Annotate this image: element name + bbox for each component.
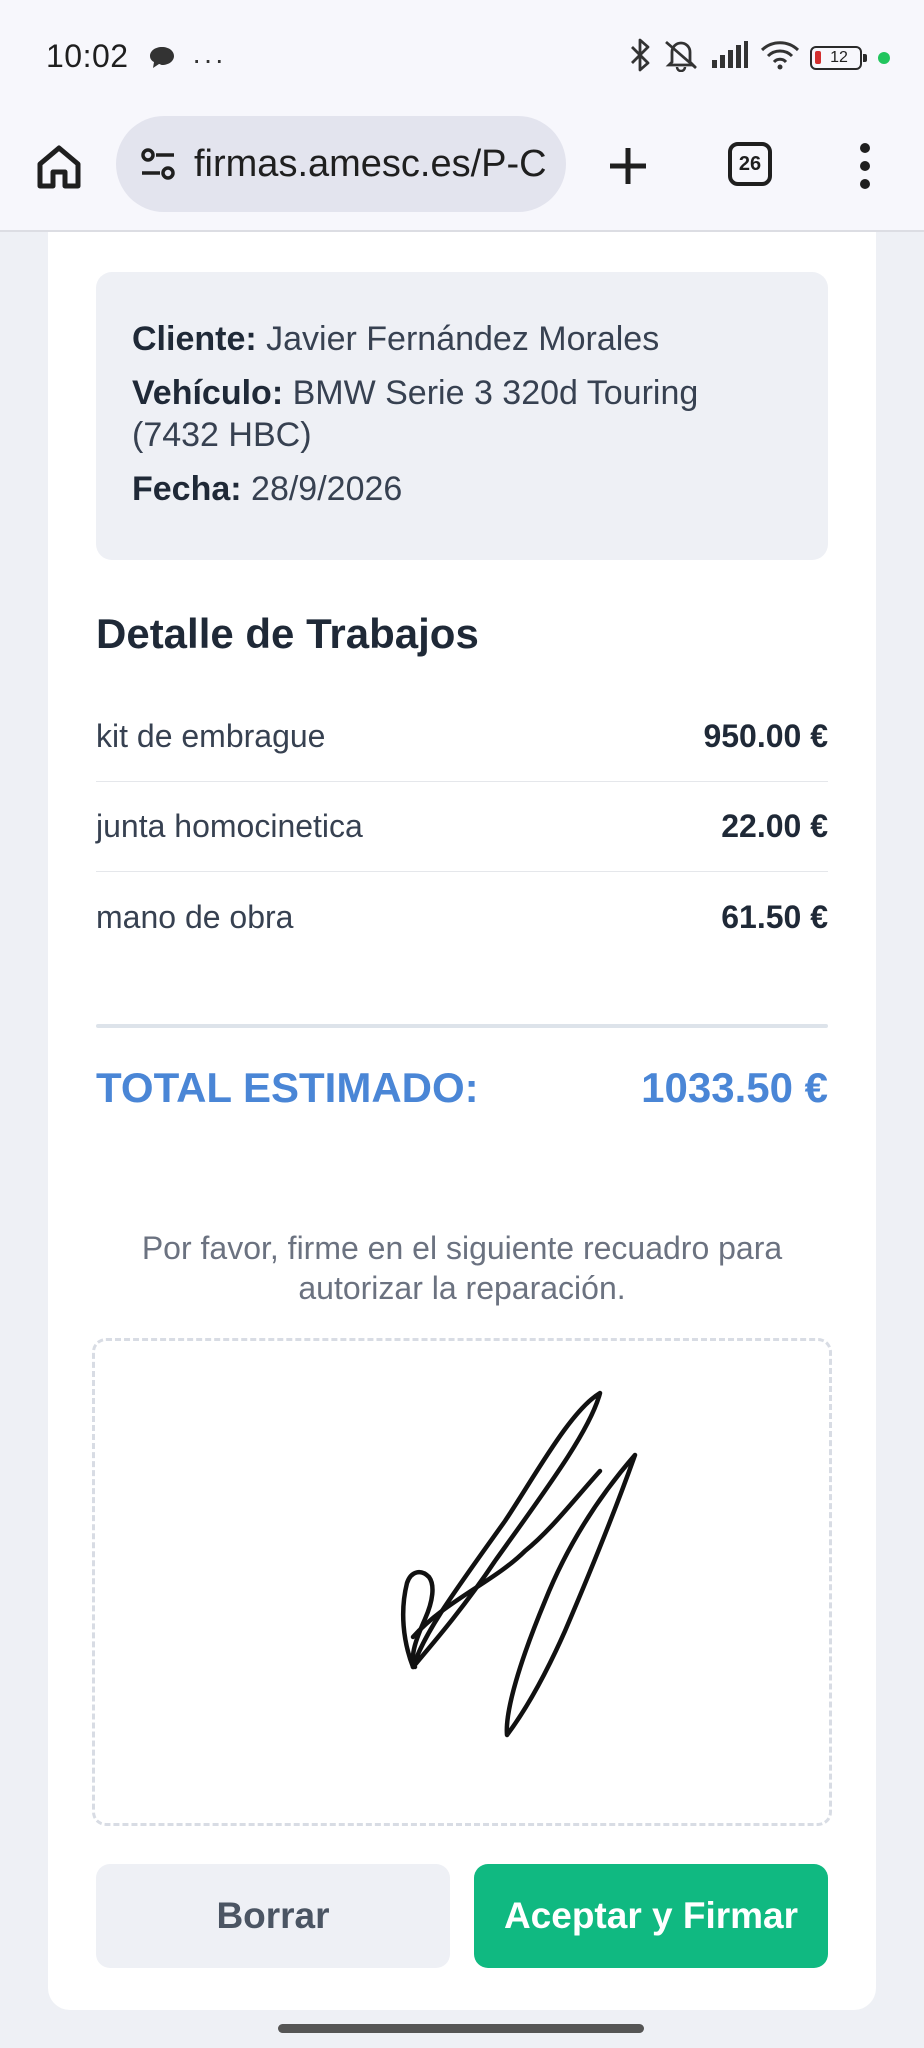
client-value: Javier Fernández Morales — [266, 320, 660, 358]
vehicle-label: Vehículo: — [132, 374, 284, 412]
chat-notification-icon — [148, 45, 176, 76]
address-bar[interactable]: firmas.amesc.es/P-C — [116, 116, 566, 212]
status-bar: 10:02 ··· 12 — [0, 0, 924, 112]
site-settings-icon[interactable] — [136, 142, 180, 186]
silent-bell-icon — [662, 38, 700, 77]
item-price: 950.00 € — [703, 718, 828, 754]
browser-toolbar: firmas.amesc.es/P-C 26 — [0, 112, 924, 232]
item-description: kit de embrague — [96, 718, 326, 754]
client-info-box: Cliente: Javier Fernández Morales Vehícu… — [96, 272, 828, 560]
work-items-list: kit de embrague 950.00 € junta homocinet… — [96, 692, 828, 962]
battery-icon: 12 — [810, 45, 867, 70]
date-line: Fecha: 28/9/2026 — [132, 468, 792, 510]
status-time: 10:02 — [46, 38, 129, 74]
date-value: 28/9/2026 — [251, 470, 403, 508]
vehicle-line: Vehículo: BMW Serie 3 320d Touring (7432… — [132, 372, 792, 456]
list-item: junta homocinetica 22.00 € — [96, 782, 828, 872]
client-label: Cliente: — [132, 320, 257, 358]
total-divider — [96, 1024, 828, 1028]
total-value: 1033.50 € — [641, 1064, 828, 1111]
signature-drawing — [400, 1390, 638, 1738]
url-text[interactable]: firmas.amesc.es/P-C — [194, 143, 556, 186]
list-item: mano de obra 61.50 € — [96, 872, 828, 962]
tab-switcher-button[interactable]: 26 — [728, 142, 772, 186]
item-description: junta homocinetica — [96, 808, 363, 844]
signal-icon — [710, 40, 750, 75]
home-button[interactable] — [34, 142, 84, 192]
total-row: TOTAL ESTIMADO: 1033.50 € — [96, 1064, 828, 1112]
wifi-icon — [760, 40, 800, 75]
battery-level: 12 — [830, 48, 848, 66]
new-tab-button[interactable] — [604, 142, 652, 190]
home-indicator[interactable] — [278, 2024, 644, 2033]
quote-card: Cliente: Javier Fernández Morales Vehícu… — [48, 232, 876, 2010]
accept-and-sign-button[interactable]: Aceptar y Firmar — [474, 1864, 828, 1968]
total-label: TOTAL ESTIMADO: — [96, 1064, 479, 1111]
tab-count: 26 — [738, 152, 762, 175]
item-price: 22.00 € — [721, 808, 828, 844]
signature-pad[interactable] — [92, 1338, 832, 1826]
more-notifications: ··· — [192, 44, 226, 75]
item-price: 61.50 € — [721, 898, 828, 935]
list-item: kit de embrague 950.00 € — [96, 692, 828, 782]
privacy-indicator-dot — [878, 51, 890, 64]
clear-button[interactable]: Borrar — [96, 1864, 450, 1968]
work-details-title: Detalle de Trabajos — [96, 610, 479, 657]
bluetooth-icon — [628, 38, 652, 77]
item-description: mano de obra — [96, 898, 294, 935]
date-label: Fecha: — [132, 470, 242, 508]
menu-icon[interactable] — [852, 140, 878, 192]
signature-instructions: Por favor, firme en el siguiente recuadr… — [141, 1230, 783, 1306]
client-line: Cliente: Javier Fernández Morales — [132, 318, 792, 360]
